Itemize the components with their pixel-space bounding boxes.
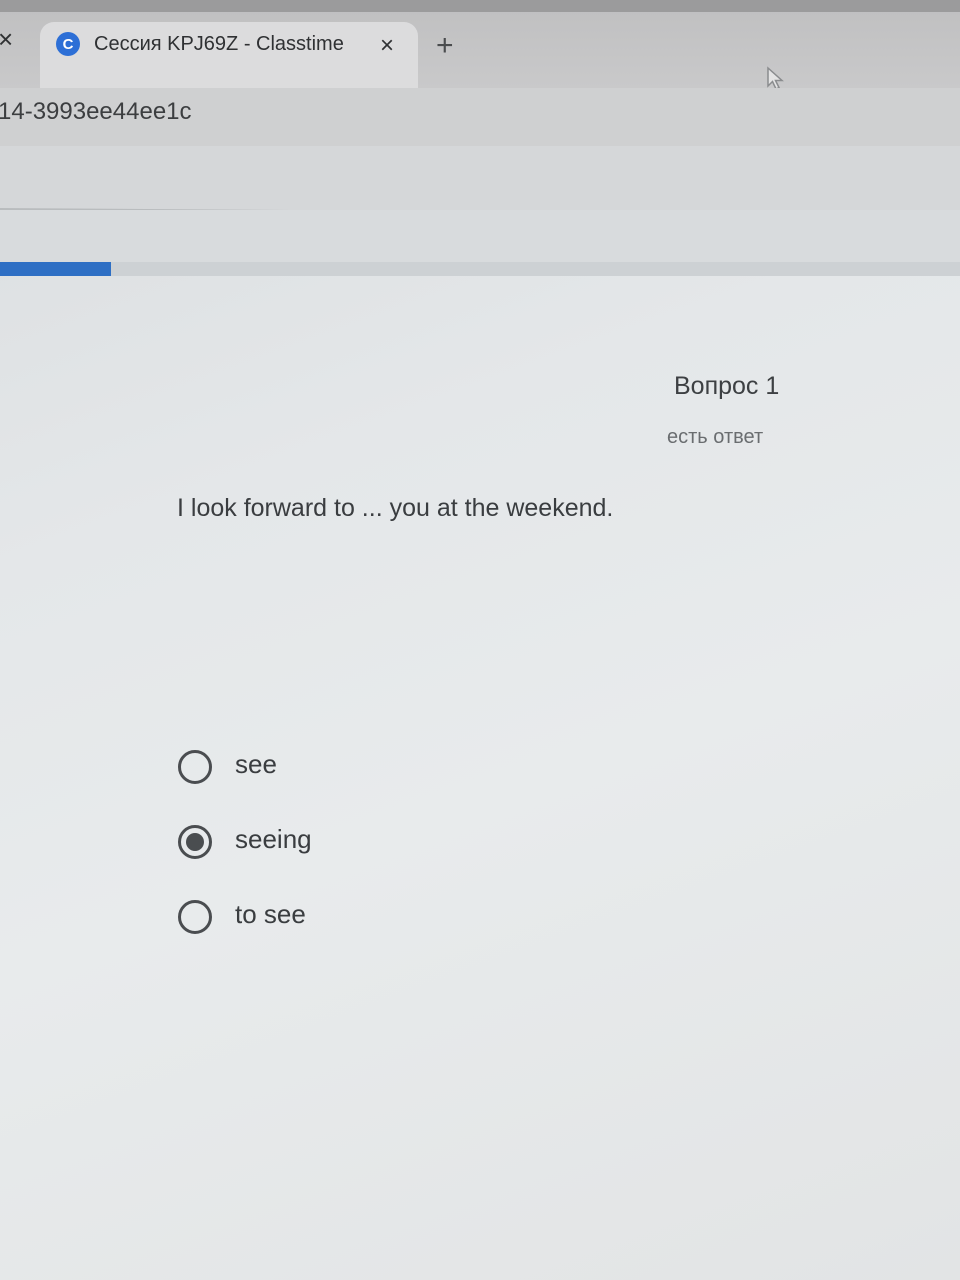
- answer-option-label[interactable]: seeing: [235, 819, 312, 859]
- page-subheader: [0, 210, 960, 264]
- previous-tab-close-icon[interactable]: ×: [0, 26, 13, 52]
- answer-options: see seeing to see: [178, 744, 578, 969]
- radio-button-icon[interactable]: [178, 900, 212, 934]
- answer-option-label[interactable]: see: [235, 744, 277, 784]
- answer-option[interactable]: see: [178, 744, 578, 819]
- tab-title: Сессия KPJ69Z - Classtime: [94, 33, 344, 55]
- radio-button-icon[interactable]: [178, 750, 212, 784]
- page-header: [0, 146, 960, 210]
- favicon-letter: C: [62, 35, 74, 53]
- answer-option[interactable]: seeing: [178, 819, 578, 894]
- answer-status: есть ответ: [667, 426, 764, 448]
- classtime-favicon-icon: C: [56, 32, 80, 56]
- browser-tab-strip: × C Сессия KPJ69Z - Classtime × +: [0, 0, 960, 91]
- address-bar[interactable]: 14-3993ee44ee1c: [0, 88, 960, 146]
- tab-classtime-session[interactable]: C Сессия KPJ69Z - Classtime ×: [40, 22, 418, 88]
- answer-option-label[interactable]: to see: [235, 894, 306, 934]
- new-tab-plus-icon[interactable]: +: [436, 31, 454, 61]
- answer-option[interactable]: to see: [178, 894, 578, 969]
- window-top-edge: [0, 0, 960, 12]
- quiz-progress-fill: [0, 262, 112, 276]
- tab-close-icon[interactable]: ×: [380, 34, 394, 58]
- quiz-progress-bar: [0, 262, 960, 276]
- radio-button-selected-icon[interactable]: [178, 825, 212, 859]
- question-text: I look forward to ... you at the weekend…: [177, 494, 614, 522]
- question-number: Вопрос 1: [674, 372, 780, 400]
- url-text[interactable]: 14-3993ee44ee1c: [0, 98, 192, 126]
